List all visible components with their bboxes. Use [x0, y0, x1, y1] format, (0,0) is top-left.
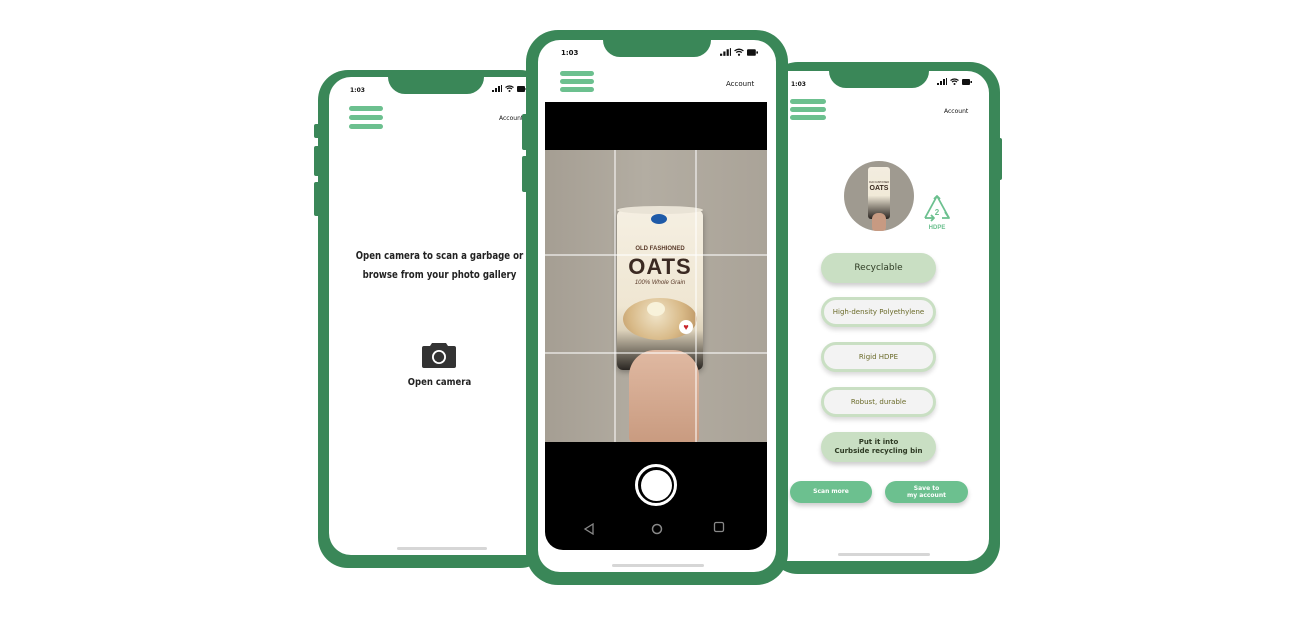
thumb-can — [868, 167, 890, 219]
camera-viewfinder: OLD FASHIONED OATS 100% Whole Grain ♥ — [545, 102, 767, 550]
property-pill: Robust, durable — [821, 387, 936, 417]
camera-preview: OLD FASHIONED OATS 100% Whole Grain ♥ — [545, 150, 767, 442]
side-button — [314, 182, 320, 216]
status-time: 1:03 — [350, 87, 365, 94]
recycle-number: 2 — [934, 208, 940, 217]
notch — [388, 77, 484, 94]
disposal-line-2: Curbside recycling bin — [834, 447, 923, 455]
recyclable-badge: Recyclable — [821, 253, 936, 283]
account-link[interactable]: Account — [499, 115, 523, 122]
home-indicator — [397, 547, 487, 550]
recents-square-icon[interactable] — [713, 521, 725, 533]
home-indicator — [838, 553, 930, 556]
back-triangle-icon[interactable] — [583, 523, 595, 535]
right-screen: 1:03 Account OLD FASHIONED OATS 2 HDPE R… — [768, 71, 989, 561]
side-button — [996, 138, 1002, 180]
instruction-line-1: Open camera to scan a garbage or — [355, 250, 524, 262]
account-link[interactable]: Account — [944, 108, 968, 115]
save-to-account-button[interactable]: Save to my account — [885, 481, 968, 503]
left-screen: 1:03 Account Open camera to scan a garba… — [329, 77, 550, 555]
wifi-icon — [505, 85, 514, 92]
home-circle-icon[interactable] — [651, 523, 663, 535]
side-button — [314, 146, 320, 176]
product-thumbnail: OLD FASHIONED OATS — [844, 161, 914, 231]
side-button — [522, 114, 528, 150]
menu-icon[interactable] — [560, 71, 594, 92]
open-camera-label[interactable]: Open camera — [346, 377, 534, 388]
right-phone-frame: 1:03 Account OLD FASHIONED OATS 2 HDPE R… — [768, 62, 1002, 574]
camera-icon[interactable] — [421, 341, 457, 369]
center-screen: 1:03 Account OLD FASHIONED OATS 100% Who… — [538, 40, 776, 572]
shutter-button[interactable] — [635, 464, 677, 506]
recycle-code: HDPE — [928, 225, 946, 231]
material-pill: High-density Polyethylene — [821, 297, 936, 327]
thumb-brand: OLD FASHIONED — [868, 181, 890, 184]
signal-icon — [937, 78, 947, 85]
signal-icon — [492, 85, 502, 92]
battery-icon — [747, 48, 758, 56]
notch — [829, 71, 929, 88]
account-link[interactable]: Account — [726, 80, 754, 88]
home-indicator — [612, 564, 704, 567]
disposal-pill: Put it into Curbside recycling bin — [821, 432, 936, 462]
left-phone-frame: 1:03 Account Open camera to scan a garba… — [314, 70, 550, 568]
center-phone-frame: 1:03 Account OLD FASHIONED OATS 100% Who… — [522, 30, 788, 585]
battery-icon — [962, 78, 972, 85]
status-time: 1:03 — [791, 81, 806, 88]
shutter-inner — [640, 469, 672, 501]
status-icons — [720, 48, 758, 56]
wifi-icon — [950, 78, 959, 85]
side-button — [522, 156, 528, 192]
signal-icon — [720, 48, 731, 56]
menu-icon[interactable] — [349, 106, 383, 129]
status-time: 1:03 — [561, 49, 579, 57]
scan-more-button[interactable]: Scan more — [790, 481, 872, 503]
thumb-name: OATS — [869, 185, 889, 192]
save-line-1: Save to — [913, 484, 940, 492]
wifi-icon — [734, 48, 744, 56]
grid-overlay — [545, 150, 767, 442]
instruction-text: Open camera to scan a garbage or browse … — [349, 247, 530, 285]
type-pill: Rigid HDPE — [821, 342, 936, 372]
save-line-2: my account — [907, 492, 946, 499]
status-icons — [492, 85, 527, 92]
thumb-hand — [872, 213, 886, 231]
side-button — [314, 124, 320, 138]
instruction-line-2: browse from your photo gallery — [362, 269, 517, 281]
menu-icon[interactable] — [790, 99, 826, 120]
disposal-line-1: Put it into — [858, 438, 899, 446]
status-icons — [937, 78, 972, 85]
notch — [603, 40, 711, 57]
